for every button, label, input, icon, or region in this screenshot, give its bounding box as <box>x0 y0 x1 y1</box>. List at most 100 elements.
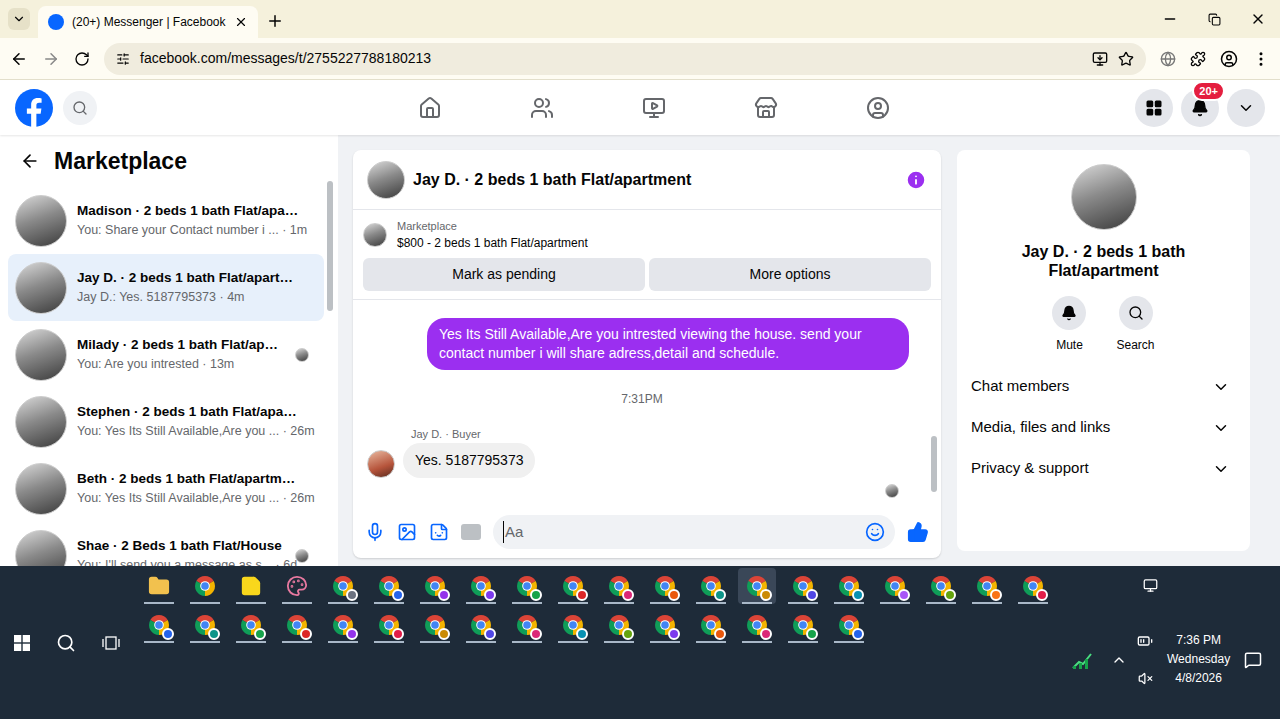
info-icon[interactable] <box>905 169 927 191</box>
facebook-logo-icon[interactable] <box>15 89 53 127</box>
taskbar-app[interactable] <box>600 568 638 604</box>
taskbar-app[interactable] <box>278 607 316 643</box>
translate-icon[interactable] <box>1160 51 1176 67</box>
conversation-item[interactable]: Milady · 2 beds 1 bath Flat/ap…You: Are … <box>8 321 324 388</box>
taskbar-app[interactable] <box>278 568 316 604</box>
taskbar-app[interactable] <box>784 568 822 604</box>
profile-icon[interactable] <box>1220 50 1238 68</box>
site-info-icon[interactable] <box>116 52 130 66</box>
bookmark-icon[interactable] <box>1118 51 1134 67</box>
conversation-item[interactable]: Madison · 2 beds 1 bath Flat/apa…You: Sh… <box>8 187 324 254</box>
taskbar-app[interactable] <box>462 568 500 604</box>
taskbar-app[interactable] <box>370 568 408 604</box>
home-icon[interactable] <box>418 96 442 120</box>
reload-icon[interactable] <box>74 51 90 67</box>
incoming-message[interactable]: Yes. 5187795373 <box>403 443 535 478</box>
minimize-button[interactable] <box>1148 11 1192 27</box>
message-input[interactable]: Aa <box>493 515 895 549</box>
install-icon[interactable] <box>1092 51 1108 67</box>
battery-icon[interactable] <box>1137 633 1153 649</box>
tab-search-button[interactable] <box>8 8 30 30</box>
sidebar-scrollbar[interactable] <box>326 135 334 566</box>
taskbar-app[interactable] <box>830 607 868 643</box>
taskbar-app[interactable] <box>508 607 546 643</box>
restore-button[interactable] <box>1192 13 1236 26</box>
back-icon[interactable] <box>20 151 40 171</box>
close-tab-icon[interactable] <box>234 15 248 29</box>
listing-button[interactable]: Mark as pending <box>363 258 645 291</box>
extensions-icon[interactable] <box>1190 51 1206 67</box>
taskbar-app[interactable] <box>462 607 500 643</box>
taskbar-app[interactable] <box>738 607 776 643</box>
taskbar-app[interactable] <box>140 607 178 643</box>
taskbar-app[interactable] <box>508 568 546 604</box>
sticker-icon[interactable] <box>429 522 449 542</box>
like-icon[interactable] <box>907 521 929 543</box>
details-section[interactable]: Chat members <box>971 366 1236 407</box>
taskbar-app[interactable] <box>416 568 454 604</box>
taskbar-app[interactable] <box>692 607 730 643</box>
taskbar-app[interactable] <box>692 568 730 604</box>
taskbar-app[interactable] <box>600 607 638 643</box>
forward-icon[interactable] <box>42 50 60 68</box>
marketplace-icon[interactable] <box>754 96 778 120</box>
search-icon[interactable] <box>56 633 76 653</box>
clock[interactable]: 7:36 PMWednesday4/8/2026 <box>1167 631 1230 688</box>
menu-button[interactable] <box>1135 89 1173 127</box>
conversation-item[interactable]: Stephen · 2 beds 1 bath Flat/apa…You: Ye… <box>8 388 324 455</box>
taskbar-app[interactable] <box>186 568 224 604</box>
taskbar-app[interactable] <box>232 568 270 604</box>
groups-icon[interactable] <box>866 96 890 120</box>
taskbar-app[interactable] <box>922 568 960 604</box>
details-action[interactable]: Mute <box>1052 296 1086 354</box>
gif-icon[interactable] <box>461 524 481 540</box>
page-scrollbar[interactable] <box>1270 135 1280 566</box>
taskbar-app[interactable] <box>554 568 592 604</box>
taskbar-app[interactable] <box>324 607 362 643</box>
taskbar-app[interactable] <box>830 568 868 604</box>
taskbar-app[interactable] <box>646 607 684 643</box>
task-view-icon[interactable] <box>102 635 120 651</box>
taskbar-app[interactable] <box>554 607 592 643</box>
taskbar-app[interactable] <box>968 568 1006 604</box>
address-bar[interactable]: facebook.com/messages/t/2755227788180213 <box>104 43 1146 75</box>
search-button[interactable] <box>63 91 97 125</box>
menu-icon[interactable] <box>1252 50 1270 68</box>
windows-logo-icon[interactable] <box>14 635 30 651</box>
conversation-item[interactable]: Shae · 2 Beds 1 bath Flat/HouseYou: I'll… <box>8 522 324 566</box>
details-section[interactable]: Privacy & support <box>971 448 1236 489</box>
emoji-icon[interactable] <box>865 522 885 542</box>
taskbar-app[interactable] <box>784 607 822 643</box>
network-icon[interactable] <box>1143 578 1158 593</box>
message-scrollbar[interactable] <box>931 300 941 510</box>
taskbar-app[interactable] <box>646 568 684 604</box>
browser-tab[interactable]: (20+) Messenger | Facebook <box>38 6 258 38</box>
details-action[interactable]: Search <box>1116 296 1154 354</box>
friends-icon[interactable] <box>530 96 554 120</box>
taskbar-app[interactable] <box>324 568 362 604</box>
photo-icon[interactable] <box>397 522 417 542</box>
taskbar-app[interactable] <box>1014 568 1052 604</box>
details-section[interactable]: Media, files and links <box>971 407 1236 448</box>
new-tab-icon[interactable] <box>266 12 284 30</box>
taskbar-app[interactable] <box>140 568 178 604</box>
taskbar-app[interactable] <box>738 568 776 604</box>
taskbar-app[interactable] <box>416 607 454 643</box>
video-icon[interactable] <box>642 96 666 120</box>
notification-center-icon[interactable] <box>1244 651 1262 669</box>
account-button[interactable] <box>1227 89 1265 127</box>
taskbar-app[interactable] <box>232 607 270 643</box>
conversation-item[interactable]: Jay D. · 2 beds 1 bath Flat/apart…Jay D.… <box>8 254 324 321</box>
taskbar-app[interactable] <box>186 607 224 643</box>
listing-button[interactable]: More options <box>649 258 931 291</box>
conversation-item[interactable]: Beth · 2 beds 1 bath Flat/apartm…You: Ye… <box>8 455 324 522</box>
back-icon[interactable] <box>10 50 28 68</box>
microphone-icon[interactable] <box>365 522 385 542</box>
show-hidden-icon[interactable] <box>1111 652 1127 668</box>
notifications-button[interactable]: 20+ <box>1181 89 1219 127</box>
taskbar-app[interactable] <box>876 568 914 604</box>
taskbar-app[interactable] <box>370 607 408 643</box>
mute-icon[interactable] <box>1138 671 1153 686</box>
signal-chart-icon[interactable] <box>1071 650 1093 670</box>
outgoing-message[interactable]: Yes Its Still Available,Are you intreste… <box>427 318 909 370</box>
